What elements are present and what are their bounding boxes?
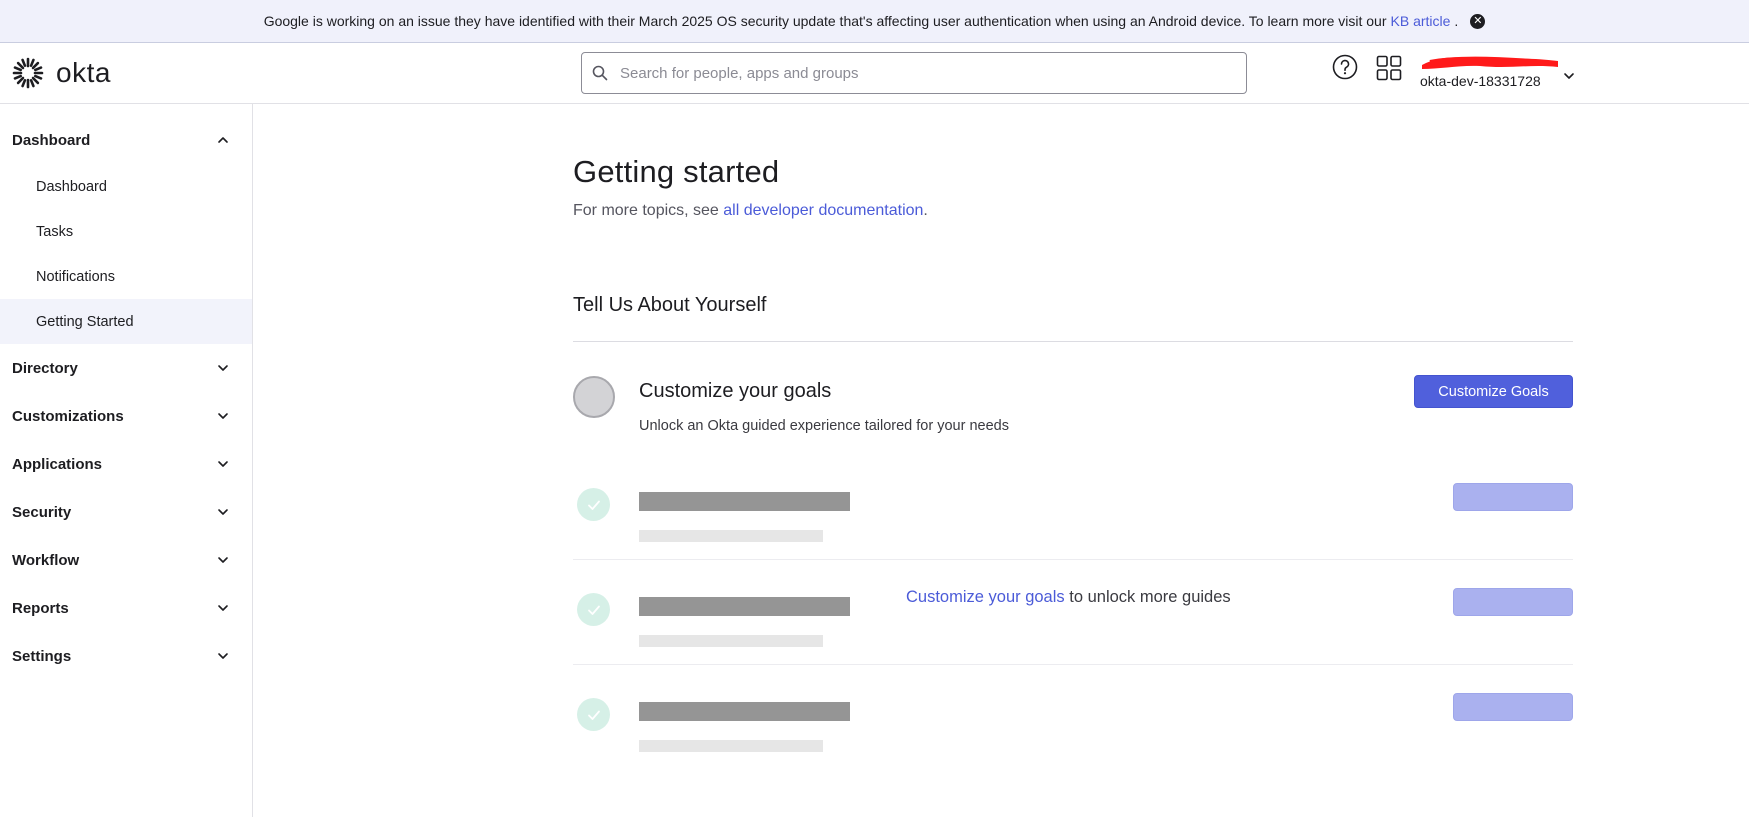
- account-menu[interactable]: okta-dev-18331728: [1420, 49, 1580, 97]
- chevron-down-icon: [218, 653, 228, 659]
- okta-logo[interactable]: okta: [12, 57, 111, 89]
- placeholder-text-bar: [639, 740, 823, 752]
- sidebar-section-applications[interactable]: Applications: [0, 440, 252, 488]
- banner-suffix: .: [1454, 13, 1459, 29]
- sidebar-item-notifications[interactable]: Notifications: [0, 254, 252, 299]
- sidebar-nav: Dashboard Dashboard Tasks Notifications …: [0, 104, 253, 817]
- sidebar-section-label: Customizations: [12, 407, 124, 425]
- customize-goals-button[interactable]: Customize Goals: [1414, 375, 1573, 408]
- placeholder-text-bar: [639, 635, 823, 647]
- placeholder-title-bar: [639, 702, 850, 721]
- placeholder-row: [573, 693, 1573, 803]
- goal-title: Customize your goals: [639, 380, 832, 402]
- sidebar-section-directory[interactable]: Directory: [0, 344, 252, 392]
- kb-article-link[interactable]: KB article: [1391, 13, 1451, 29]
- banner-message: Google is working on an issue they have …: [264, 13, 1459, 29]
- placeholder-row: [573, 588, 1573, 698]
- sidebar-section-settings[interactable]: Settings: [0, 632, 252, 680]
- placeholder-button: [1453, 483, 1573, 511]
- org-name: okta-dev-18331728: [1420, 73, 1541, 89]
- okta-sunburst-icon: [12, 57, 44, 89]
- sidebar-section-workflow[interactable]: Workflow: [0, 536, 252, 584]
- sidebar-section-label: Dashboard: [12, 131, 91, 149]
- subtitle-suffix: .: [923, 202, 928, 219]
- announcement-banner: Google is working on an issue they have …: [0, 0, 1749, 43]
- check-icon: [577, 593, 610, 626]
- sidebar-section-label: Security: [12, 503, 72, 521]
- row-divider: [573, 664, 1573, 665]
- chevron-up-icon: [218, 137, 228, 143]
- app-grid-icon[interactable]: [1376, 55, 1402, 81]
- subtitle-prefix: For more topics, see: [573, 202, 724, 219]
- section-divider: [573, 341, 1573, 342]
- goal-description: Unlock an Okta guided experience tailore…: [639, 418, 1009, 434]
- search-box[interactable]: [581, 52, 1247, 94]
- sidebar-item-tasks[interactable]: Tasks: [0, 209, 252, 254]
- check-icon: [577, 488, 610, 521]
- sidebar-section-reports[interactable]: Reports: [0, 584, 252, 632]
- search-icon: [592, 65, 608, 81]
- sidebar-section-label: Reports: [12, 599, 69, 617]
- sidebar-section-customizations[interactable]: Customizations: [0, 392, 252, 440]
- placeholder-text-bar: [639, 530, 823, 542]
- customize-goals-link[interactable]: Customize your goals: [906, 588, 1065, 606]
- top-header: okta okta-dev-18331728: [0, 43, 1749, 104]
- unlock-suffix: to unlock more guides: [1064, 588, 1231, 606]
- chevron-down-icon: [218, 509, 228, 515]
- sidebar-item-dashboard[interactable]: Dashboard: [0, 164, 252, 209]
- sidebar-section-label: Settings: [12, 647, 72, 665]
- placeholder-button: [1453, 588, 1573, 616]
- unlock-guides-text: Customize your goals to unlock more guid…: [906, 588, 1231, 607]
- row-divider: [573, 559, 1573, 560]
- placeholder-button: [1453, 693, 1573, 721]
- page-title: Getting started: [573, 154, 780, 189]
- sidebar-section-security[interactable]: Security: [0, 488, 252, 536]
- section-title: Tell Us About Yourself: [573, 294, 767, 316]
- banner-text: Google is working on an issue they have …: [263, 13, 1387, 29]
- sidebar-section-label: Applications: [12, 455, 103, 473]
- sidebar-item-getting-started[interactable]: Getting Started: [0, 299, 252, 344]
- placeholder-title-bar: [639, 597, 850, 616]
- search-input[interactable]: [618, 63, 1218, 83]
- chevron-down-icon: [218, 461, 228, 467]
- chevron-down-icon: [218, 413, 228, 419]
- close-icon[interactable]: ✕: [1470, 13, 1486, 29]
- sidebar-section-dashboard[interactable]: Dashboard: [0, 116, 252, 164]
- goal-status-circle: [573, 376, 615, 418]
- check-icon: [577, 698, 610, 731]
- placeholder-row: [573, 483, 1573, 593]
- sidebar-section-label: Workflow: [12, 551, 80, 569]
- placeholder-title-bar: [639, 492, 850, 511]
- page-subtitle: For more topics, see all developer docum…: [573, 202, 928, 220]
- chevron-down-icon: [1564, 73, 1574, 79]
- help-icon[interactable]: [1332, 54, 1358, 80]
- chevron-down-icon: [218, 365, 228, 371]
- developer-docs-link[interactable]: all developer documentation: [723, 202, 923, 219]
- redacted-username: [1422, 56, 1558, 69]
- chevron-down-icon: [218, 557, 228, 563]
- sidebar-section-label: Directory: [12, 359, 78, 377]
- logo-wordmark: okta: [56, 57, 111, 88]
- chevron-down-icon: [218, 605, 228, 611]
